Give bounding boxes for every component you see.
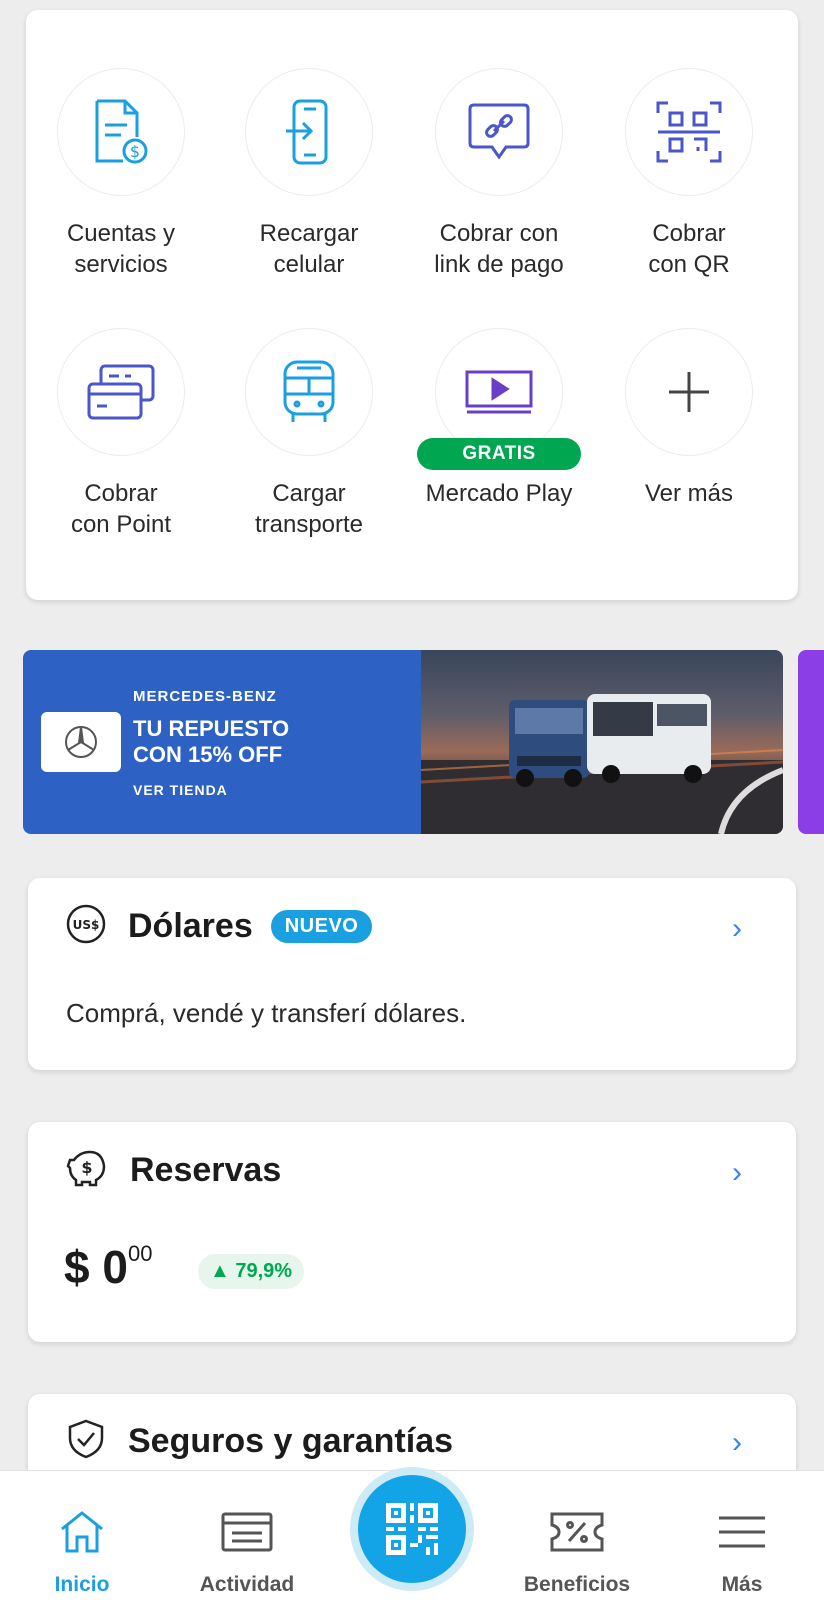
shortcut-label: Ver más <box>644 480 734 507</box>
nav-mas[interactable]: Más <box>672 1471 812 1597</box>
piggy-bank-icon: $ <box>66 1148 108 1193</box>
reservas-card[interactable]: $ Reservas › $ 000 ▲ 79,9% <box>28 1122 796 1342</box>
nav-label: Inicio <box>54 1573 110 1596</box>
amount-cents: 00 <box>127 1240 153 1266</box>
dolares-title: Dólares <box>128 907 253 945</box>
banner-cta[interactable]: VER TIENDA <box>133 782 228 798</box>
activity-icon <box>177 1497 317 1567</box>
qr-code-icon <box>386 1503 438 1555</box>
nav-inicio[interactable]: Inicio <box>12 1471 152 1597</box>
plus-icon <box>625 328 753 456</box>
phone-recharge-icon <box>245 68 373 196</box>
banner-title: TU REPUESTO CON 15% OFF <box>133 716 290 767</box>
shortcut-ver-mas[interactable]: Ver más <box>594 328 784 509</box>
usd-icon: US$ <box>66 904 106 949</box>
shortcut-label: Cobrar con link de pago <box>434 220 564 278</box>
nav-label: Más <box>721 1573 763 1596</box>
discount-ticket-icon <box>507 1497 647 1567</box>
svg-text:$: $ <box>130 142 140 161</box>
bill-dollar-icon: $ <box>57 68 185 196</box>
svg-text:$: $ <box>81 1158 92 1177</box>
banner-image <box>420 650 783 834</box>
nav-label: Beneficios <box>523 1573 631 1596</box>
shortcut-mercado-play[interactable]: GRATIS Mercado Play <box>404 328 594 509</box>
reservas-amount: $ 000 <box>64 1240 153 1293</box>
chevron-right-icon[interactable]: › <box>732 1156 742 1190</box>
qr-scan-button[interactable] <box>350 1467 474 1591</box>
shortcut-cobrar-point[interactable]: Cobrar con Point <box>26 328 216 540</box>
shortcut-cobrar-link[interactable]: Cobrar con link de pago <box>404 68 594 280</box>
qr-scan-icon <box>625 68 753 196</box>
dolares-card[interactable]: US$ Dólares NUEVO › Comprá, vendé y tran… <box>28 878 796 1070</box>
nav-beneficios[interactable]: Beneficios <box>507 1471 647 1597</box>
payment-link-icon <box>435 68 563 196</box>
nav-actividad[interactable]: Actividad <box>177 1471 317 1597</box>
shortcut-cargar-transporte[interactable]: Cargar transporte <box>214 328 404 540</box>
truck-bus-image <box>420 694 783 834</box>
svg-text:US$: US$ <box>73 918 100 932</box>
shortcut-label: Cargar transporte <box>254 480 364 538</box>
shortcut-cuentas-servicios[interactable]: $ Cuentas y servicios <box>26 68 216 280</box>
banner-text-panel: MERCEDES-BENZ TU REPUESTO CON 15% OFF VE… <box>23 650 421 834</box>
shortcut-recargar-celular[interactable]: Recargar celular <box>214 68 404 280</box>
nav-label: Actividad <box>199 1573 295 1596</box>
dolares-subtitle: Comprá, vendé y transferí dólares. <box>66 998 467 1028</box>
banner-brand: MERCEDES-BENZ <box>133 688 277 705</box>
reservas-title: Reservas <box>130 1151 282 1189</box>
shortcut-label: Recargar celular <box>259 220 359 278</box>
banner-next-peek[interactable] <box>798 650 824 834</box>
play-screen-icon <box>435 328 563 456</box>
shield-check-icon <box>66 1418 106 1465</box>
yield-change-badge: ▲ 79,9% <box>198 1254 305 1289</box>
shortcut-label: Cobrar con QR <box>648 220 730 278</box>
chevron-right-icon[interactable]: › <box>732 912 742 946</box>
reservas-header: $ Reservas <box>66 1148 281 1193</box>
shortcuts-card: $ Cuentas y servicios Recargar celular C… <box>26 10 798 600</box>
promo-banner[interactable]: MERCEDES-BENZ TU REPUESTO CON 15% OFF VE… <box>23 650 783 834</box>
dolares-header: US$ Dólares NUEVO <box>66 904 373 949</box>
chevron-right-icon[interactable]: › <box>732 1426 742 1460</box>
shortcut-label: Mercado Play <box>425 480 573 507</box>
bottom-navigation: Inicio Actividad Beneficios Más <box>0 1467 824 1600</box>
shortcut-label: Cobrar con Point <box>70 480 172 538</box>
bus-icon <box>245 328 373 456</box>
card-reader-icon <box>57 328 185 456</box>
home-icon <box>12 1497 152 1567</box>
seguros-header: Seguros y garantías <box>66 1418 453 1465</box>
nuevo-badge: NUEVO <box>270 910 373 943</box>
menu-icon <box>672 1497 812 1567</box>
gratis-badge: GRATIS <box>417 438 581 470</box>
shortcut-cobrar-qr[interactable]: Cobrar con QR <box>594 68 784 280</box>
mercedes-logo-icon <box>41 712 121 772</box>
shortcut-label: Cuentas y servicios <box>66 220 176 278</box>
seguros-title: Seguros y garantías <box>128 1422 454 1460</box>
